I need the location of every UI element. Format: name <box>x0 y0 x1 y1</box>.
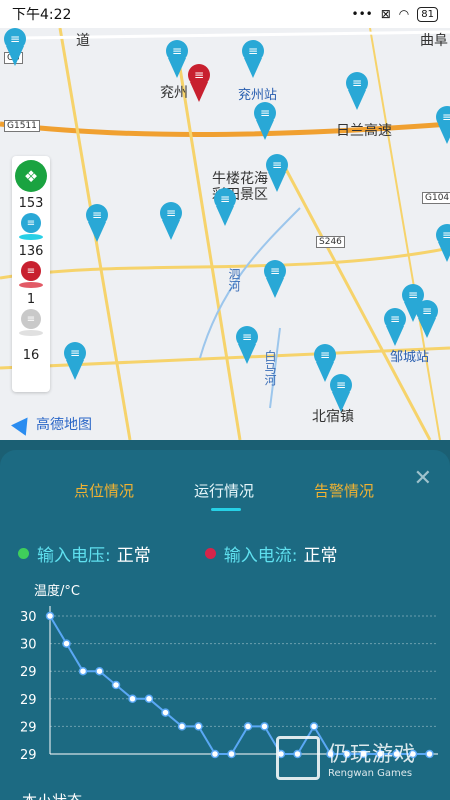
chart-data-point[interactable] <box>111 680 121 690</box>
chart-data-point[interactable] <box>161 708 170 717</box>
map-marker[interactable]: ≡ <box>214 188 236 228</box>
map-label-zoucheng-station: 邹城站 <box>390 350 430 365</box>
chart-data-point[interactable] <box>78 666 88 676</box>
watermark-title: 仍玩游戏 <box>328 741 416 766</box>
map-marker[interactable]: ≡ <box>416 300 438 340</box>
chart-y-tick-label: 29 <box>20 665 37 680</box>
amap-arrow-icon <box>11 412 35 436</box>
next-section-title: 本小状态 <box>22 790 82 800</box>
watermark: 仍玩游戏 Rengwan Games <box>276 736 416 780</box>
more-dots-icon: ••• <box>351 7 373 21</box>
chart-data-point[interactable] <box>95 666 104 676</box>
map-marker[interactable]: ≡ <box>264 260 286 300</box>
layers-icon[interactable]: ❖ <box>15 160 47 192</box>
chart-y-tick-label: 30 <box>20 610 37 625</box>
map-label-yanzhou-station: 兖州站 <box>238 88 278 103</box>
map-marker-alarm[interactable]: ≡ <box>188 64 210 104</box>
map-label-rilan-expressway: 日兰高速 <box>336 123 392 139</box>
map-marker[interactable]: ≡ <box>4 28 26 68</box>
map-marker[interactable]: ≡ <box>436 106 450 146</box>
status-icons: ••• ⊠ ◠ 81 <box>351 6 438 22</box>
amap-logo-text: 高德地图 <box>36 417 92 433</box>
detail-panel: 点位情况 运行情况 告警情况 ✕ 输入电压: 正常 输入电流: 正常 温度/°C… <box>0 450 450 800</box>
map-marker[interactable]: ≡ <box>86 204 108 244</box>
legend-count-offline: 1 <box>26 292 36 307</box>
map-marker[interactable]: ≡ <box>64 342 86 382</box>
road-tag-g104: G104 <box>422 192 450 204</box>
status-bar: 下午4:22 ••• ⊠ ◠ 81 <box>0 0 450 28</box>
map-label-yanzhou: 兖州 <box>160 85 188 101</box>
legend-count-normal: 153 <box>18 196 44 211</box>
normal-ring-icon <box>19 234 43 240</box>
sim-off-icon: ⊠ <box>380 7 391 21</box>
map-marker[interactable]: ≡ <box>160 202 182 242</box>
status-time: 下午4:22 <box>12 7 72 23</box>
map-label-qufu: 曲阜 <box>420 33 448 49</box>
legend-count-other: 16 <box>22 348 40 363</box>
chart-data-point[interactable] <box>128 694 137 704</box>
chart-y-tick-label: 29 <box>20 720 37 735</box>
watermark-subtitle: Rengwan Games <box>328 767 413 779</box>
map-marker[interactable]: ≡ <box>384 308 406 348</box>
chart-data-point[interactable] <box>210 749 220 759</box>
alarm-marker-icon: ≡ <box>21 261 41 281</box>
map-marker[interactable]: ≡ <box>242 40 264 80</box>
battery-icon: 81 <box>417 6 438 22</box>
normal-marker-icon: ≡ <box>21 213 41 233</box>
chart-data-point[interactable] <box>243 722 253 731</box>
offline-ring-icon <box>19 330 43 336</box>
map-view[interactable]: 兖州 兖州站 日兰高速 牛楼花海 彩田景区 泗河 白马河 邹城站 北宿镇 曲阜 … <box>0 28 450 440</box>
chart-data-point[interactable] <box>144 694 154 704</box>
map-marker[interactable]: ≡ <box>346 72 368 112</box>
map-marker[interactable]: ≡ <box>254 102 276 142</box>
map-marker[interactable]: ≡ <box>236 326 258 366</box>
map-label-sihe: 泗河 <box>227 268 241 292</box>
chart-y-tick-label: 29 <box>20 748 37 763</box>
alarm-ring-icon <box>19 282 43 288</box>
offline-marker-icon: ≡ <box>21 309 41 329</box>
watermark-logo-icon <box>276 736 320 780</box>
map-marker[interactable]: ≡ <box>266 154 288 194</box>
chart-data-point[interactable] <box>45 611 55 621</box>
road-tag-g1511: G1511 <box>4 120 40 132</box>
chart-data-point[interactable] <box>309 722 319 731</box>
map-marker[interactable]: ≡ <box>330 374 352 414</box>
chart-y-tick-label: 29 <box>20 693 37 708</box>
chart-data-point[interactable] <box>194 722 203 731</box>
map-label-dao: 道 <box>76 33 90 49</box>
chart-data-point[interactable] <box>177 722 187 731</box>
road-tag-s246: S246 <box>316 236 345 248</box>
map-label-baimahe: 白马河 <box>263 350 277 386</box>
chart-data-point[interactable] <box>62 639 71 648</box>
chart-y-tick-label: 30 <box>20 638 37 653</box>
amap-logo: 高德地图 <box>11 412 92 436</box>
chart-data-point[interactable] <box>227 749 236 759</box>
chart-data-point[interactable] <box>260 722 269 731</box>
map-marker[interactable]: ≡ <box>436 224 450 264</box>
map-marker[interactable]: ≡ <box>166 40 188 80</box>
legend-count-alarm: 136 <box>18 244 44 259</box>
chart-data-point[interactable] <box>425 749 434 759</box>
wifi-icon: ◠ <box>398 7 410 21</box>
map-legend: ❖ 153 ≡ 136 ≡ 1 ≡ 16 <box>12 156 50 392</box>
chart-series-line <box>49 615 430 755</box>
